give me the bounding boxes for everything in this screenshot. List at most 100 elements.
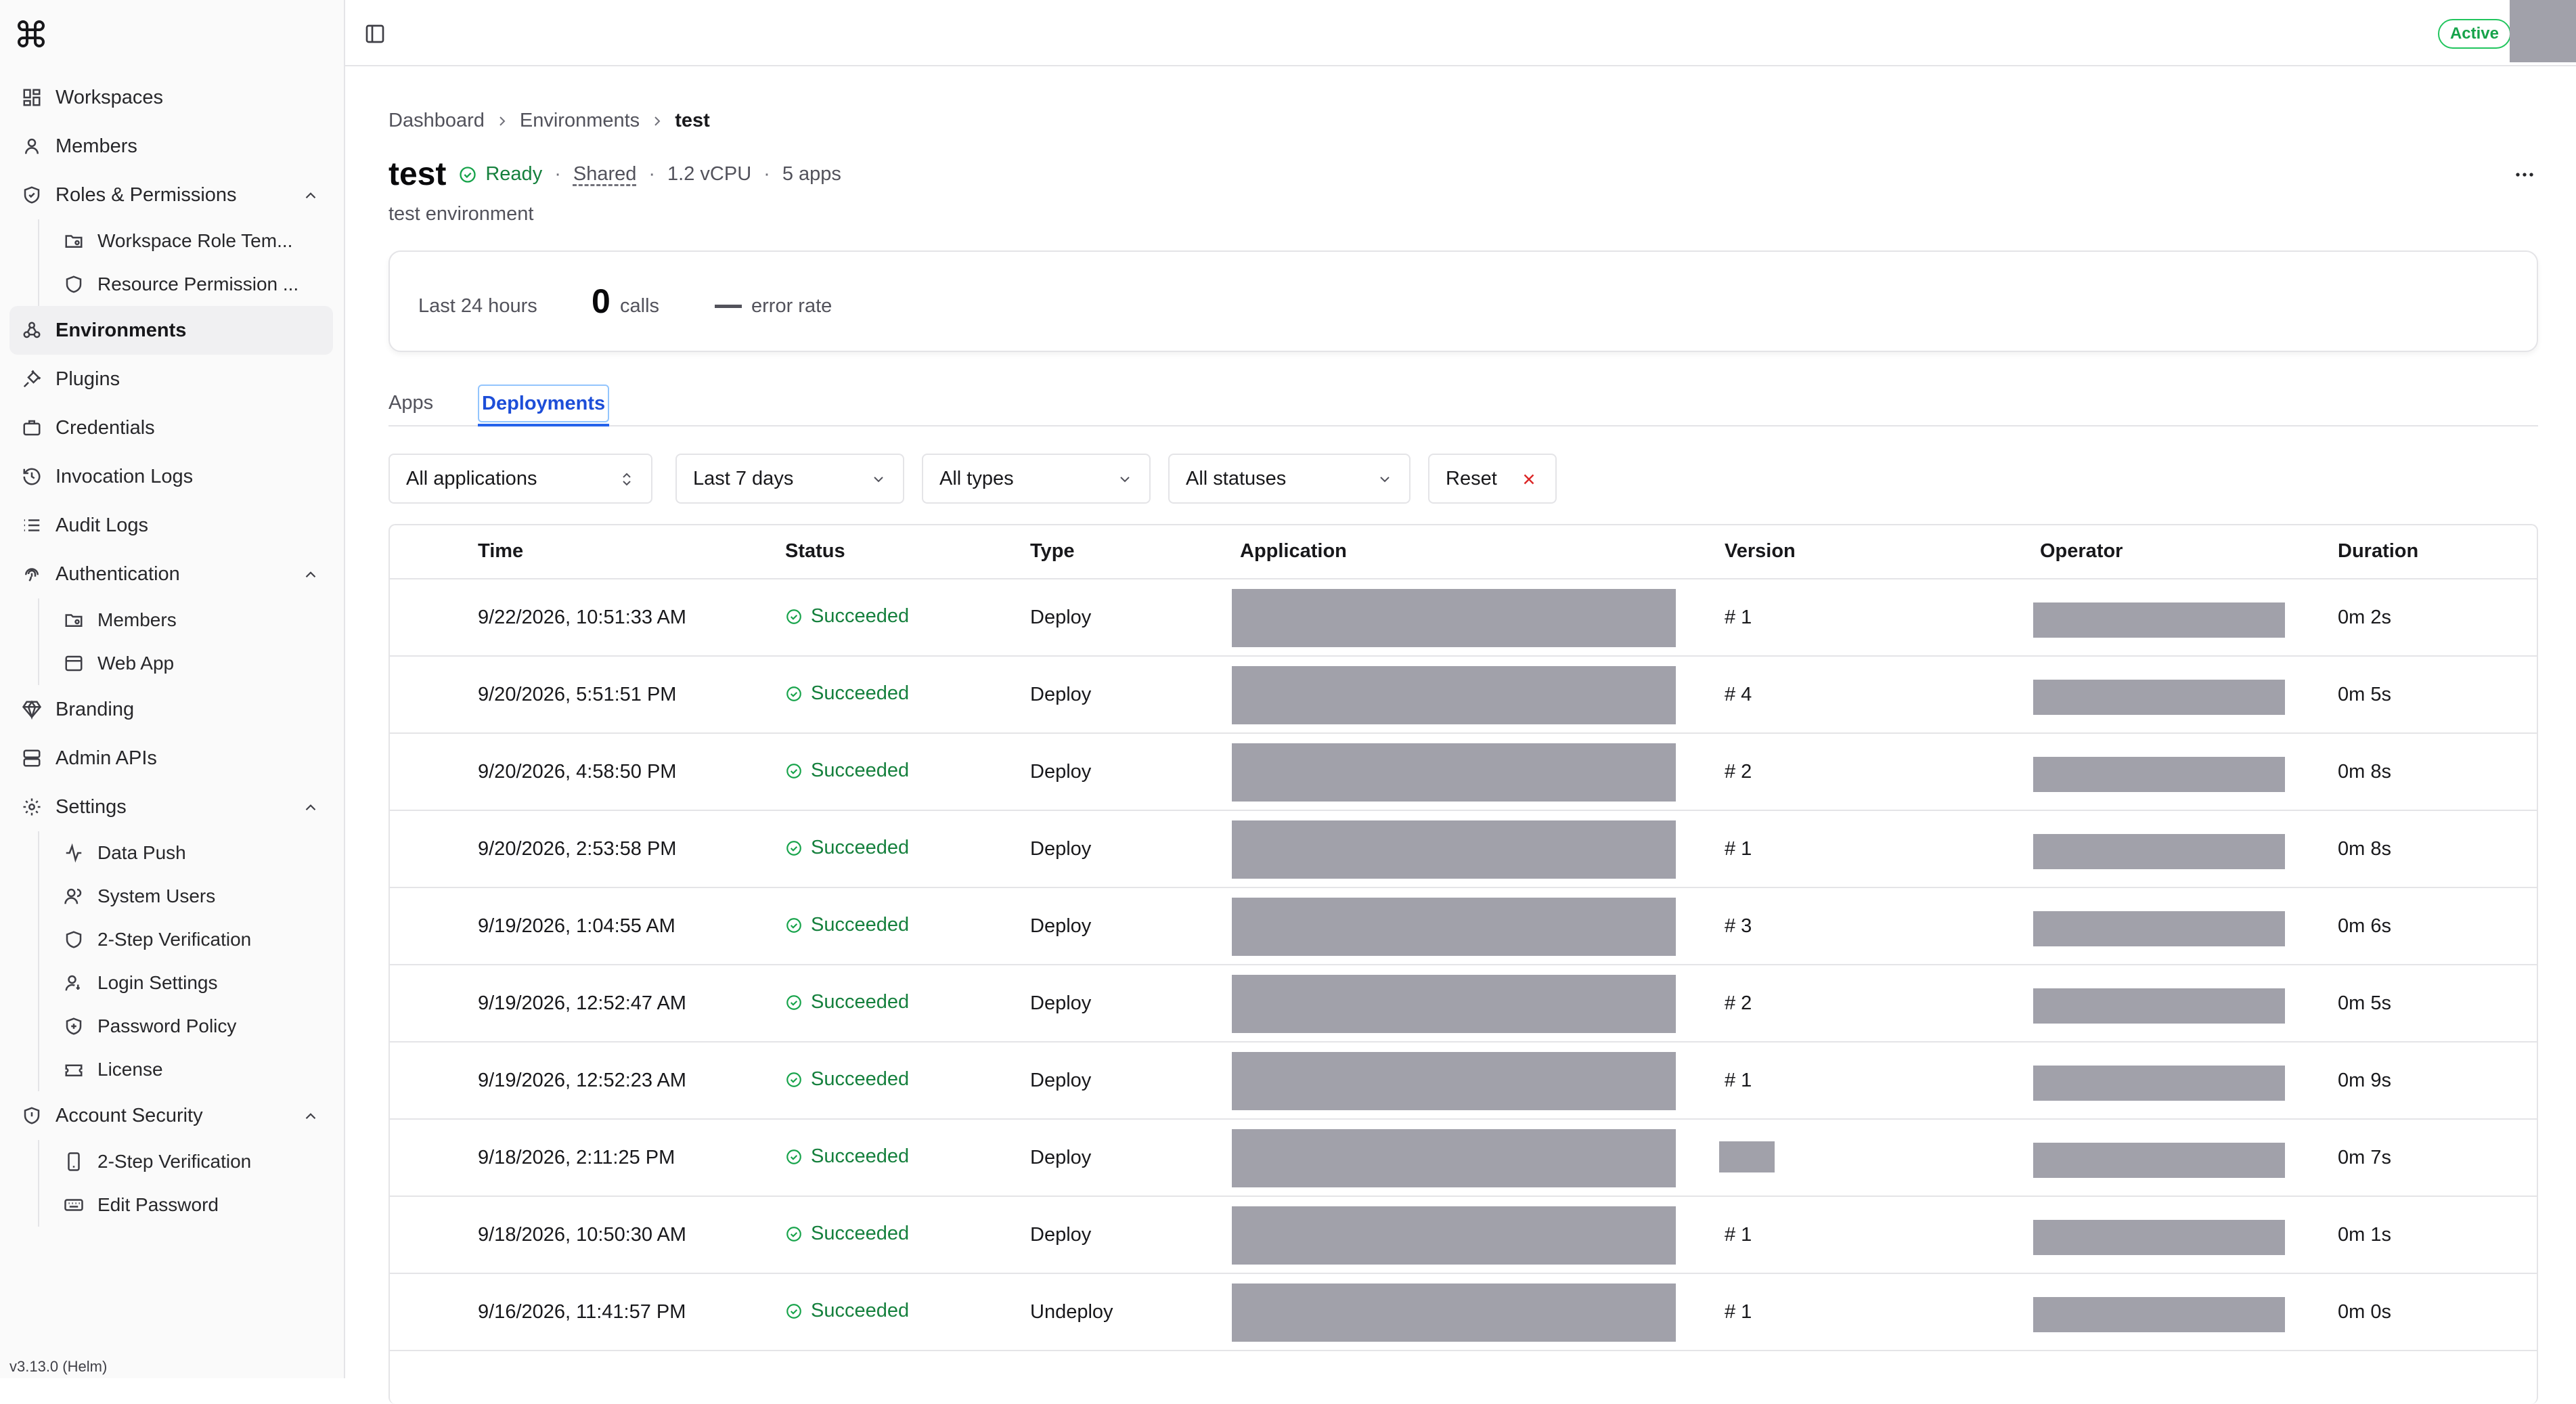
sidebar-item-workspaces[interactable]: Workspaces <box>9 73 333 122</box>
cell-duration: 0m 2s <box>2338 607 2391 628</box>
sidebar-item-plugins[interactable]: Plugins <box>9 355 333 403</box>
sidebar-item-environments[interactable]: Environments <box>9 306 333 355</box>
application-filter[interactable]: All applications <box>388 454 652 504</box>
sidebar-item-label: Workspaces <box>55 86 164 108</box>
chevron-up-icon[interactable] <box>302 799 319 816</box>
column-header-status[interactable]: Status <box>785 540 845 563</box>
cell-time: 9/22/2026, 10:51:33 AM <box>478 607 686 628</box>
sidebar-item-audit-logs[interactable]: Audit Logs <box>9 501 333 550</box>
reset-button[interactable]: Reset <box>1428 454 1557 504</box>
activity-icon <box>64 843 84 863</box>
gem-icon <box>22 699 42 720</box>
table-row[interactable]: 9/19/2026, 12:52:23 AM Succeeded Deploy … <box>390 1043 2537 1120</box>
table-row[interactable]: 9/18/2026, 2:11:25 PM Succeeded Deploy 0… <box>390 1120 2537 1197</box>
time-range-filter[interactable]: Last 7 days <box>675 454 904 504</box>
chevron-up-icon[interactable] <box>302 1107 319 1125</box>
page-title: test <box>388 156 447 192</box>
sidebar-item-label: Members <box>55 135 137 157</box>
tab-apps[interactable]: Apps <box>388 385 433 426</box>
redacted-operator <box>2033 1297 2285 1332</box>
sidebar-item-web-app[interactable]: Web App <box>39 642 333 685</box>
sidebar-item-settings[interactable]: Settings <box>9 783 333 831</box>
chevron-up-icon[interactable] <box>302 187 319 204</box>
cell-status: Succeeded <box>785 991 909 1013</box>
sidebar-item-2fa[interactable]: 2-Step Verification <box>39 918 333 961</box>
sidebar-item-label: Login Settings <box>97 972 218 993</box>
sidebar-item-account-security[interactable]: Account Security <box>9 1091 333 1140</box>
check-circle-icon <box>785 608 803 626</box>
sidebar-item-authentication[interactable]: Authentication <box>9 550 333 598</box>
column-header-duration[interactable]: Duration <box>2338 540 2418 563</box>
table-row[interactable]: 9/20/2026, 4:58:50 PM Succeeded Deploy #… <box>390 734 2537 811</box>
shield-alert-icon <box>22 1105 42 1126</box>
column-header-time[interactable]: Time <box>478 540 523 563</box>
column-header-type[interactable]: Type <box>1030 540 1075 563</box>
sidebar-item-login-settings[interactable]: Login Settings <box>39 961 333 1005</box>
status-filter[interactable]: All statuses <box>1168 454 1411 504</box>
environment-mode[interactable]: Shared <box>573 163 637 185</box>
column-header-operator[interactable]: Operator <box>2040 540 2123 563</box>
environment-description: test environment <box>388 203 534 225</box>
grid-icon <box>22 87 42 108</box>
check-circle-icon <box>785 994 803 1011</box>
cell-type: Deploy <box>1030 761 1092 783</box>
avatar[interactable] <box>2510 0 2576 62</box>
more-options-icon[interactable] <box>2511 161 2538 188</box>
table-row[interactable]: 9/18/2026, 10:50:30 AM Succeeded Deploy … <box>390 1197 2537 1274</box>
sidebar-item-license[interactable]: License <box>39 1048 333 1091</box>
tab-deployments[interactable]: Deployments <box>478 385 610 426</box>
table-row[interactable]: 9/22/2026, 10:51:33 AM Succeeded Deploy … <box>390 579 2537 657</box>
cell-duration: 0m 6s <box>2338 915 2391 937</box>
stats-period: Last 24 hours <box>418 295 537 317</box>
stats-card: Last 24 hours 0 calls error rate <box>388 250 2538 352</box>
sidebar-item-label: Credentials <box>55 416 155 439</box>
sidebar-item-data-push[interactable]: Data Push <box>39 831 333 875</box>
column-header-application[interactable]: Application <box>1240 540 1347 563</box>
sidebar-item-invocation-logs[interactable]: Invocation Logs <box>9 452 333 501</box>
sidebar-item-label: Branding <box>55 698 135 720</box>
separator-dot: · <box>763 163 770 185</box>
sidebar-item-roles-permissions[interactable]: Roles & Permissions <box>9 171 333 219</box>
sidebar-item-auth-members[interactable]: Members <box>39 598 333 642</box>
sidebar-toggle-icon[interactable] <box>364 23 386 45</box>
sidebar-item-password-policy[interactable]: Password Policy <box>39 1005 333 1048</box>
sidebar-item-branding[interactable]: Branding <box>9 685 333 734</box>
reset-button-label: Reset <box>1446 468 1497 489</box>
cell-duration: 0m 8s <box>2338 761 2391 783</box>
table-row[interactable]: 9/19/2026, 1:04:55 AM Succeeded Deploy #… <box>390 888 2537 965</box>
sidebar-item-edit-password[interactable]: Edit Password <box>39 1183 333 1227</box>
status-text: Succeeded <box>811 1068 910 1090</box>
status-text: Succeeded <box>811 1145 910 1167</box>
sidebar-item-resource-permission[interactable]: Resource Permission ... <box>39 263 333 306</box>
table-row[interactable]: 9/20/2026, 5:51:51 PM Succeeded Deploy #… <box>390 657 2537 734</box>
status-text: Succeeded <box>811 914 910 936</box>
sidebar-item-label: 2-Step Verification <box>97 1151 252 1172</box>
table-row[interactable]: 9/16/2026, 11:41:57 PM Succeeded Undeplo… <box>390 1274 2537 1351</box>
environments-icon <box>22 320 42 341</box>
sidebar-nav: Workspaces Members Roles & Permissions W… <box>9 73 333 1227</box>
sidebar-item-admin-apis[interactable]: Admin APIs <box>9 734 333 783</box>
sidebar-item-system-users[interactable]: System Users <box>39 875 333 918</box>
chevron-up-icon[interactable] <box>302 566 319 584</box>
sidebar-item-account-2fa[interactable]: 2-Step Verification <box>39 1140 333 1183</box>
sidebar-item-label: Roles & Permissions <box>55 183 237 206</box>
sidebar-item-label: 2-Step Verification <box>97 929 252 950</box>
cell-version: # 1 <box>1725 607 1752 628</box>
sidebar-item-credentials[interactable]: Credentials <box>9 403 333 452</box>
table-row[interactable]: 9/19/2026, 12:52:47 AM Succeeded Deploy … <box>390 965 2537 1043</box>
status-text: Succeeded <box>811 605 910 627</box>
app-logo-icon[interactable] <box>15 18 47 50</box>
cell-version: # 2 <box>1725 992 1752 1014</box>
status-filter-value: All statuses <box>1186 468 1287 489</box>
cell-time: 9/19/2026, 12:52:23 AM <box>478 1070 686 1091</box>
type-filter[interactable]: All types <box>922 454 1151 504</box>
column-header-version[interactable]: Version <box>1725 540 1796 563</box>
breadcrumb-environments[interactable]: Environments <box>520 110 640 132</box>
breadcrumb-dashboard[interactable]: Dashboard <box>388 110 485 132</box>
table-row[interactable]: 9/20/2026, 2:53:58 PM Succeeded Deploy #… <box>390 811 2537 888</box>
sidebar-item-members[interactable]: Members <box>9 122 333 171</box>
error-rate-empty-dash <box>715 305 742 308</box>
shield-icon <box>64 274 84 294</box>
sidebar-item-workspace-role-templates[interactable]: Workspace Role Tem... <box>39 219 333 263</box>
sidebar-item-label: Web App <box>97 653 175 674</box>
